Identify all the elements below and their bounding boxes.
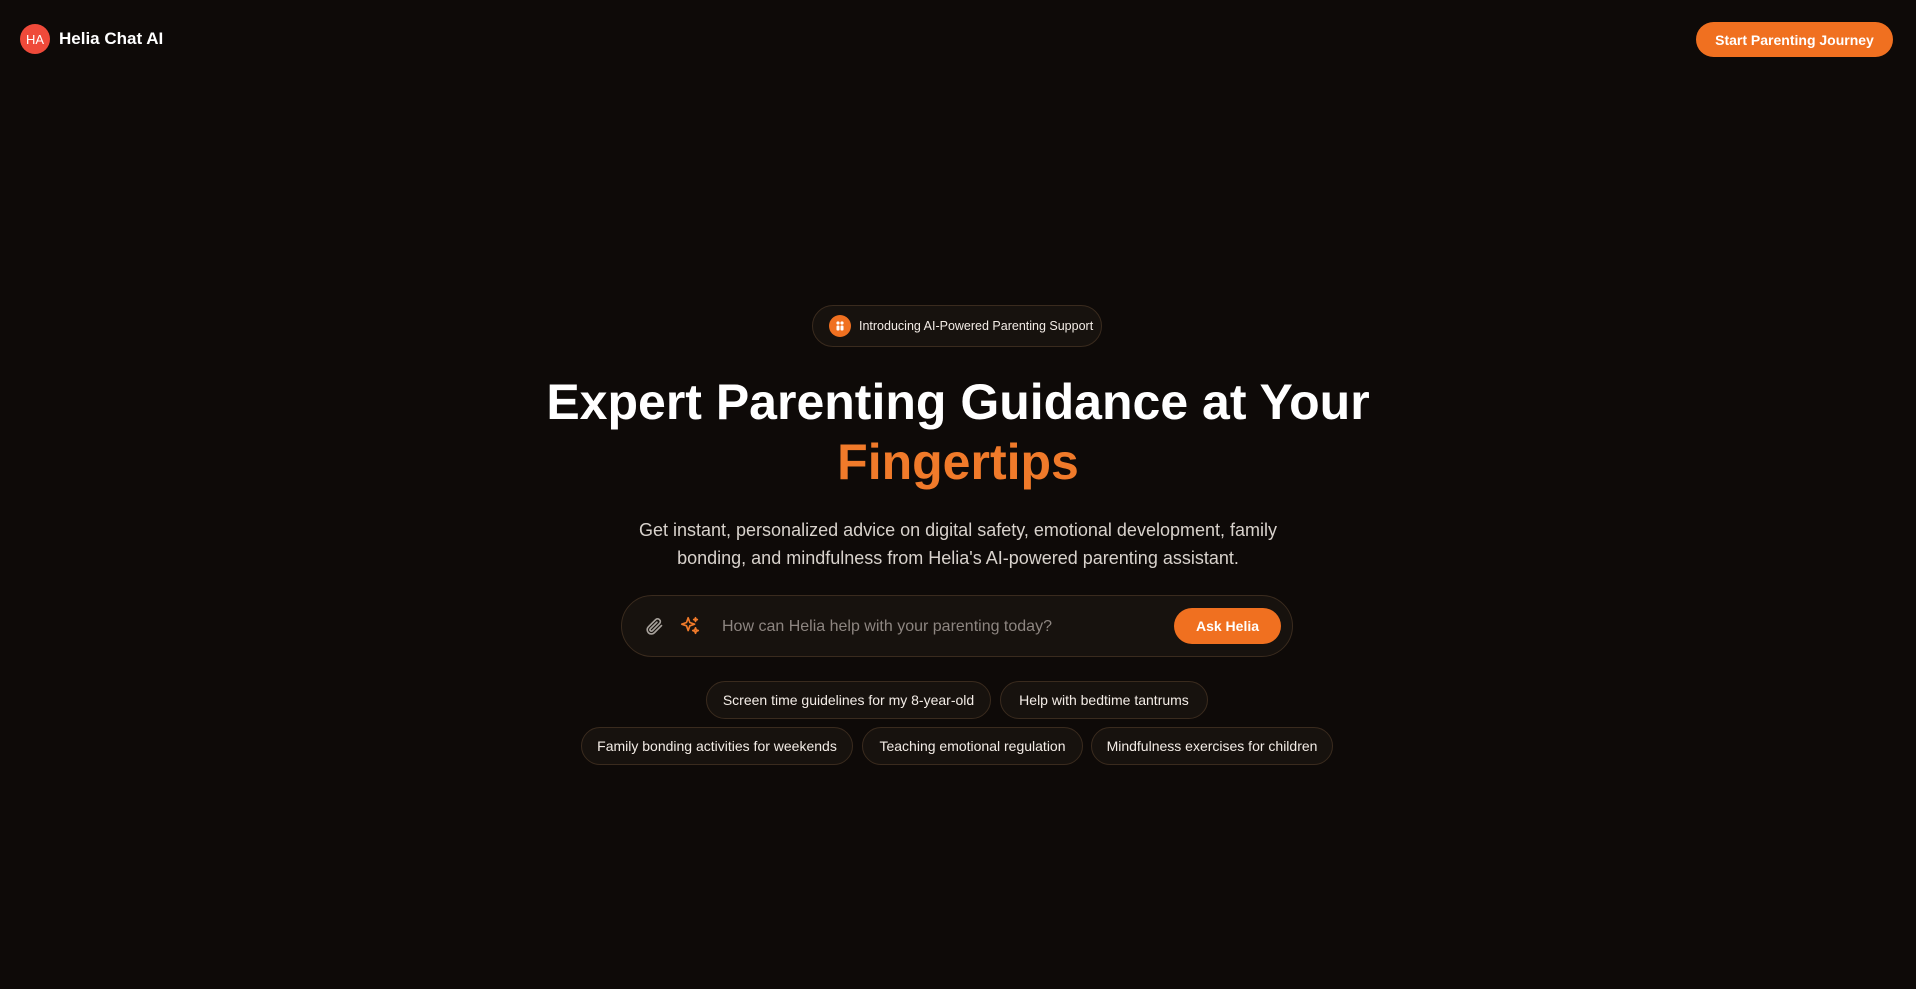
start-journey-button[interactable]: Start Parenting Journey: [1696, 22, 1893, 57]
suggestion-chip[interactable]: Mindfulness exercises for children: [1091, 727, 1333, 765]
suggestion-chip[interactable]: Teaching emotional regulation: [862, 727, 1083, 765]
logo-badge: HA: [20, 24, 50, 54]
brand-logo[interactable]: HA Helia Chat AI: [20, 24, 163, 54]
announcement-text: Introducing AI-Powered Parenting Support: [859, 319, 1094, 333]
brand-name: Helia Chat AI: [59, 29, 164, 48]
suggestion-chip[interactable]: Screen time guidelines for my 8-year-old: [706, 681, 991, 719]
suggestion-chip[interactable]: Help with bedtime tantrums: [1000, 681, 1208, 719]
announcement-badge[interactable]: Introducing AI-Powered Parenting Support: [812, 305, 1102, 347]
top-bar: HA Helia Chat AI Start Parenting Journey: [0, 0, 1916, 78]
family-icon: [829, 315, 851, 337]
question-input[interactable]: [722, 612, 1162, 642]
ask-helia-button[interactable]: Ask Helia: [1174, 608, 1281, 644]
hero-title-accent: Fingertips: [837, 434, 1079, 490]
ask-bar: Ask Helia: [621, 595, 1293, 657]
paperclip-icon[interactable]: [640, 612, 668, 640]
hero-title: Expert Parenting Guidance at Your: [546, 374, 1370, 430]
hero-subtitle: Get instant, personalized advice on digi…: [638, 520, 1277, 568]
suggestion-chip[interactable]: Family bonding activities for weekends: [581, 727, 853, 765]
sparkles-icon[interactable]: [676, 612, 704, 640]
